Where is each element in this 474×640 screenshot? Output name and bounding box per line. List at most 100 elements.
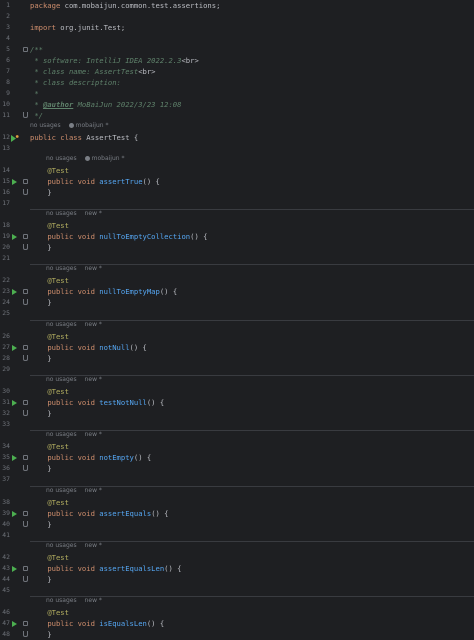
fold-icon[interactable]	[23, 511, 28, 516]
code-line-28[interactable]: 28 }	[0, 353, 474, 364]
author-hint[interactable]: new *	[85, 321, 102, 328]
inlay-hint[interactable]: no usages new *	[46, 321, 102, 328]
code-line-18[interactable]: 18 @Test	[0, 220, 474, 231]
code-line-32[interactable]: 32 }	[0, 408, 474, 419]
code-line-1[interactable]: 1 package com.mobaijun.common.test.assert…	[0, 0, 474, 11]
usages-hint[interactable]: no usages	[46, 210, 77, 217]
code-line-43[interactable]: 43 public void assertEqualsLen() {	[0, 563, 474, 574]
fold-icon[interactable]	[23, 289, 28, 294]
author-hint[interactable]: new *	[85, 487, 102, 494]
usages-hint[interactable]: no usages	[46, 265, 77, 272]
code-line-37[interactable]: 37	[0, 474, 474, 485]
inlay-hint[interactable]: no usages new *	[46, 210, 102, 217]
inlay-hint[interactable]: no usages new *	[46, 542, 102, 549]
code-line-22[interactable]: 22 @Test	[0, 275, 474, 286]
author-hint[interactable]: new *	[85, 431, 102, 438]
run-test-icon[interactable]	[12, 511, 17, 517]
author-hint[interactable]: new *	[85, 210, 102, 217]
inlay-hint[interactable]: no usages new *	[46, 597, 102, 604]
code-line-7[interactable]: 7 * class name: AssertTest<br>	[0, 66, 474, 77]
fold-end-icon[interactable]	[23, 189, 28, 195]
author-hint[interactable]: new *	[85, 597, 102, 604]
code-line-24[interactable]: 24 }	[0, 297, 474, 308]
author-hint[interactable]: new *	[85, 542, 102, 549]
code-line-31[interactable]: 31 public void testNotNull() {	[0, 397, 474, 408]
code-line-21[interactable]: 21	[0, 253, 474, 264]
code-line-17[interactable]: 17	[0, 198, 474, 209]
fold-icon[interactable]	[23, 345, 28, 350]
code-line-38[interactable]: 38 @Test	[0, 497, 474, 508]
run-test-icon[interactable]	[12, 345, 17, 351]
run-test-icon[interactable]	[12, 400, 17, 406]
code-line-16[interactable]: 16 }	[0, 187, 474, 198]
code-line-14[interactable]: 14 @Test	[0, 165, 474, 176]
author-hint[interactable]: new *	[85, 265, 102, 272]
code-line-35[interactable]: 35 public void notEmpty() {	[0, 452, 474, 463]
run-test-icon[interactable]	[12, 455, 17, 461]
fold-end-icon[interactable]	[23, 465, 28, 471]
code-line-19[interactable]: 19 public void nullToEmptyCollection() {	[0, 231, 474, 242]
code-line-26[interactable]: 26 @Test	[0, 331, 474, 342]
code-line-23[interactable]: 23 public void nullToEmptyMap() {	[0, 286, 474, 297]
code-line-27[interactable]: 27 public void notNull() {	[0, 342, 474, 353]
code-line-46[interactable]: 46 @Test	[0, 607, 474, 618]
code-line-39[interactable]: 39 public void assertEquals() {	[0, 508, 474, 519]
fold-icon[interactable]	[23, 566, 28, 571]
author-hint[interactable]: new *	[85, 376, 102, 383]
usages-hint[interactable]: no usages	[46, 376, 77, 383]
code-line-8[interactable]: 8 * class description:	[0, 77, 474, 88]
fold-icon[interactable]	[23, 234, 28, 239]
usages-hint[interactable]: no usages	[46, 542, 77, 549]
code-line-13[interactable]: 13	[0, 143, 474, 154]
usages-hint[interactable]: no usages	[30, 122, 61, 129]
code-line-4[interactable]: 4	[0, 33, 474, 44]
inlay-hint[interactable]: no usages mobaijun *	[30, 122, 108, 129]
author-hint[interactable]: mobaijun *	[84, 155, 124, 162]
inlay-hint[interactable]: no usages new *	[46, 376, 102, 383]
run-test-icon[interactable]	[12, 179, 17, 185]
usages-hint[interactable]: no usages	[46, 155, 77, 162]
usages-hint[interactable]: no usages	[46, 597, 77, 604]
fold-end-icon[interactable]	[23, 355, 28, 361]
code-line-25[interactable]: 25	[0, 308, 474, 319]
code-line-36[interactable]: 36 }	[0, 463, 474, 474]
fold-end-icon[interactable]	[23, 112, 28, 118]
fold-end-icon[interactable]	[23, 299, 28, 305]
code-line-12[interactable]: 12 public class AssertTest {	[0, 132, 474, 143]
run-test-icon[interactable]	[12, 621, 17, 627]
fold-end-icon[interactable]	[23, 576, 28, 582]
run-test-icon[interactable]	[12, 289, 17, 295]
code-line-34[interactable]: 34 @Test	[0, 441, 474, 452]
code-line-10[interactable]: 10 * @author MoBaiJun 2022/3/23 12:08	[0, 99, 474, 110]
fold-icon[interactable]	[23, 179, 28, 184]
code-line-40[interactable]: 40 }	[0, 519, 474, 530]
code-line-33[interactable]: 33	[0, 419, 474, 430]
code-line-47[interactable]: 47 public void isEqualsLen() {	[0, 618, 474, 629]
code-line-11[interactable]: 11 */	[0, 110, 474, 121]
code-line-6[interactable]: 6 * software: IntelliJ IDEA 2022.2.3<br>	[0, 55, 474, 66]
usages-hint[interactable]: no usages	[46, 321, 77, 328]
author-hint[interactable]: mobaijun *	[68, 122, 108, 129]
fold-end-icon[interactable]	[23, 631, 28, 637]
code-line-30[interactable]: 30 @Test	[0, 386, 474, 397]
fold-end-icon[interactable]	[23, 244, 28, 250]
code-line-44[interactable]: 44 }	[0, 574, 474, 585]
fold-icon[interactable]	[23, 47, 28, 52]
fold-icon[interactable]	[23, 400, 28, 405]
code-line-42[interactable]: 42 @Test	[0, 552, 474, 563]
code-line-41[interactable]: 41	[0, 530, 474, 541]
inlay-hint[interactable]: no usages new *	[46, 487, 102, 494]
code-line-15[interactable]: 15 public void assertTrue() {	[0, 176, 474, 187]
usages-hint[interactable]: no usages	[46, 431, 77, 438]
code-line-5[interactable]: 5/**	[0, 44, 474, 55]
code-line-2[interactable]: 2	[0, 11, 474, 22]
fold-end-icon[interactable]	[23, 521, 28, 527]
code-line-9[interactable]: 9 *	[0, 88, 474, 99]
inlay-hint[interactable]: no usages mobaijun *	[46, 155, 124, 162]
fold-icon[interactable]	[23, 455, 28, 460]
code-line-45[interactable]: 45	[0, 585, 474, 596]
code-line-3[interactable]: 3 import org.junit.Test;	[0, 22, 474, 33]
usages-hint[interactable]: no usages	[46, 487, 77, 494]
fold-end-icon[interactable]	[23, 410, 28, 416]
fold-icon[interactable]	[23, 621, 28, 626]
